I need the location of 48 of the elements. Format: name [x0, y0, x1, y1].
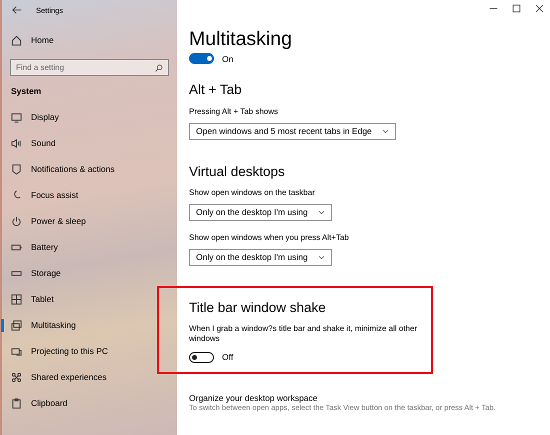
section-heading: Title bar window shake: [189, 300, 327, 316]
toggle-switch[interactable]: [189, 53, 214, 64]
section-heading: Alt + Tab: [189, 82, 243, 99]
sidebar-item[interactable]: Tablet: [2, 286, 177, 312]
close-icon: [535, 4, 544, 13]
sidebar-item[interactable]: Shared experiences: [2, 364, 177, 390]
toggle-state-label: On: [222, 54, 234, 64]
projector-icon: [11, 346, 22, 357]
sidebar-item[interactable]: Focus assist: [2, 182, 177, 208]
sidebar-item[interactable]: Clipboard: [2, 390, 177, 416]
maximize-icon: [512, 4, 521, 13]
sidebar-item[interactable]: Battery: [2, 234, 177, 260]
home-icon: [11, 34, 22, 46]
dropdown[interactable]: Only on the desktop I'm using: [189, 204, 332, 221]
chevron-down-icon: [318, 208, 325, 216]
sidebar-item[interactable]: Power & sleep: [2, 208, 177, 234]
search-field[interactable]: Find a setting: [10, 59, 169, 76]
back-button[interactable]: [12, 5, 22, 15]
sidebar-item[interactable]: Storage: [2, 260, 177, 286]
tablet-icon: [11, 294, 22, 305]
chevron-down-icon: [318, 254, 325, 261]
clipboard-icon: [11, 398, 22, 409]
toggle-state-label: Off: [222, 352, 234, 362]
setting-label: Show open windows on the taskbar: [189, 188, 316, 198]
sidebar-item[interactable]: Sound: [2, 130, 177, 156]
toggle-switch[interactable]: [189, 352, 214, 363]
section-heading: System: [10, 85, 42, 98]
sidebar-item[interactable]: Projecting to this PC: [2, 338, 177, 364]
sidebar-item[interactable]: Display: [2, 104, 177, 130]
page-title: Multitasking: [189, 29, 293, 50]
home-link[interactable]: Home: [2, 27, 177, 53]
display-icon: [11, 112, 22, 123]
power-icon: [11, 216, 22, 227]
sidebar-item[interactable]: Multitasking: [2, 312, 177, 338]
setting-label: When I grab a window?s title bar and shake it, minimize all other windows: [189, 324, 418, 345]
speaker-icon: [11, 138, 22, 149]
windows-icon: [11, 320, 22, 331]
footer-heading: Organize your desktop workspace: [189, 392, 319, 403]
dropdown[interactable]: Only on the desktop I'm using: [189, 248, 332, 266]
back-arrow-icon: [12, 5, 22, 15]
chevron-down-icon: [382, 128, 389, 135]
setting-label: Show open windows when you press Alt+Tab: [189, 232, 350, 244]
dropdown[interactable]: Open windows and 5 most recent tabs in Edge: [189, 122, 396, 140]
moon-icon: [11, 190, 22, 201]
search-icon: [155, 64, 163, 72]
sidebar-item[interactable]: Notifications & actions: [2, 156, 177, 182]
section-heading: Virtual desktops: [189, 164, 286, 180]
setting-label: Pressing Alt + Tab shows: [189, 106, 280, 118]
